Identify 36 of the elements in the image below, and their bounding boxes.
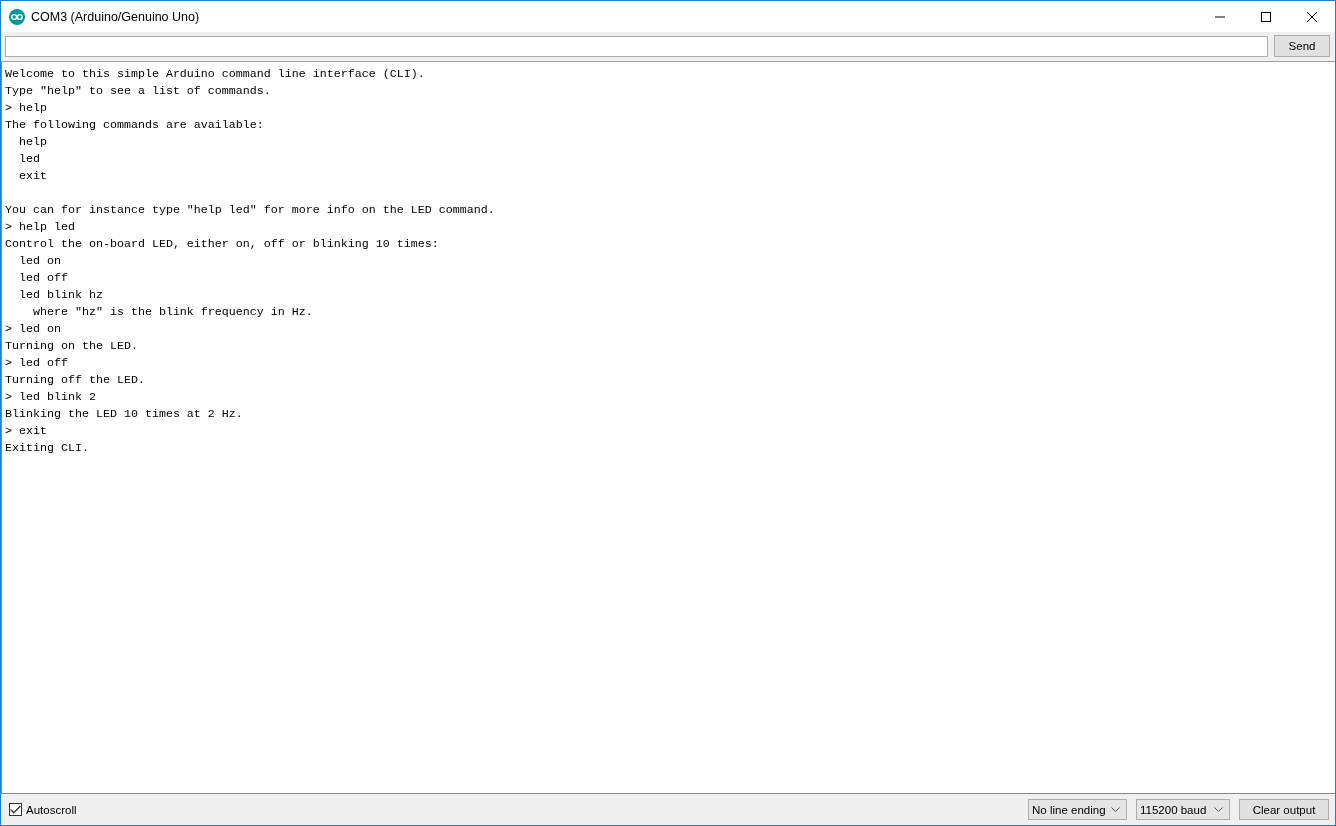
output-line: > led off (5, 355, 68, 372)
output-line: help (18, 134, 47, 151)
autoscroll-label[interactable]: Autoscroll (26, 803, 77, 816)
baud-rate-dropdown[interactable]: 115200 baud (1136, 799, 1230, 820)
line-ending-dropdown[interactable]: No line ending (1028, 799, 1127, 820)
output-line: led on (18, 253, 61, 270)
clear-output-button[interactable]: Clear output (1239, 799, 1329, 820)
send-button[interactable]: Send (1274, 35, 1330, 57)
output-line: > led on (5, 321, 61, 338)
input-field[interactable] (5, 35, 1268, 57)
output-line: led blink hz (18, 287, 103, 304)
output-line: led (18, 151, 40, 168)
checkmark-icon (10, 805, 21, 814)
output-line: where "hz" is the blink frequency in Hz. (31, 304, 313, 321)
output-line: led off (18, 270, 68, 287)
output-line: Turning on the LED. (5, 338, 138, 355)
output-line: You can for instance type "help led" for more info on the LED command. (5, 202, 495, 219)
chevron-down-icon (1214, 807, 1223, 812)
output-line: The following commands are available: (5, 117, 264, 134)
output-line: Welcome to this simple Arduino command line interface (CLI). (5, 66, 425, 83)
autoscroll-checkbox[interactable] (9, 803, 22, 816)
output-line: Blinking the LED 10 times at 2 Hz. (5, 406, 243, 423)
output-line: Exiting CLI. (5, 440, 89, 457)
output-line: > help led (5, 219, 75, 236)
output-line: > exit (5, 423, 47, 440)
maximize-icon (1261, 11, 1271, 22)
window-title: COM3 (Arduino/Genuino Uno) (31, 9, 200, 24)
output-line: > help (5, 100, 47, 117)
output-line: Turning off the LED. (5, 372, 145, 389)
app-logo-icon (9, 8, 25, 25)
output-line: Type "help" to see a list of commands. (5, 83, 271, 100)
output-line: exit (18, 168, 47, 185)
chevron-down-icon (1111, 807, 1120, 812)
output-line: > led blink 2 (5, 389, 96, 406)
output-line: Control the on-board LED, either on, off or blinking 10 times: (5, 236, 439, 253)
close-icon (1307, 11, 1317, 22)
